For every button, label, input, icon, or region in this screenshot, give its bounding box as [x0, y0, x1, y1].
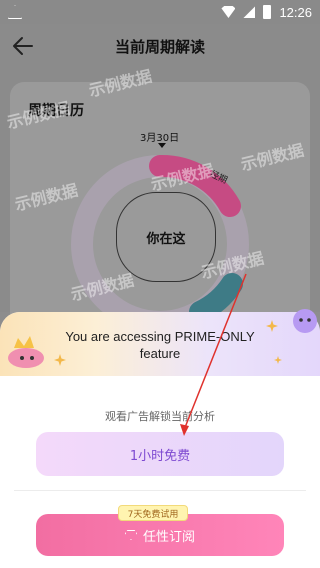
subscribe-button-label: 任性订阅	[142, 529, 195, 545]
signal-icon	[243, 6, 256, 18]
prime-sheet: You are accessing PRIME-ONLY feature 观看广…	[0, 309, 320, 568]
battery-icon	[263, 5, 272, 19]
date-label: 3月30日	[140, 133, 180, 144]
trial-badge: 7天免费试用	[118, 505, 188, 521]
status-bar: 12:26	[0, 0, 320, 24]
header: 当前周期解读	[0, 24, 320, 68]
watch-ad-free-button[interactable]: 1小时免费	[36, 432, 284, 476]
unlock-hint: 观看广告解锁当前分析	[105, 410, 215, 423]
diamond-icon	[124, 530, 137, 540]
free-button-label: 1小时免费	[129, 448, 191, 464]
wifi-icon	[221, 6, 236, 18]
divider	[14, 490, 306, 491]
back-arrow-icon	[13, 37, 33, 55]
ovulation-arc	[189, 273, 243, 323]
back-button[interactable]	[10, 34, 36, 58]
status-time: 12:26	[279, 4, 312, 20]
status-right: 12:26	[221, 5, 312, 20]
page-title: 当前周期解读	[114, 37, 205, 56]
cycle-page: 当前周期解读 周期日历 3月30日 经期 你在这 示例数据 示例数据 示例数据 …	[0, 24, 320, 333]
you-are-here-label: 你在这	[146, 232, 186, 247]
crown-mascot-icon	[8, 336, 44, 368]
purple-mascot-icon	[293, 309, 317, 333]
prime-promo-text: You are accessing PRIME-ONLY feature	[65, 329, 255, 361]
warning-icon	[8, 5, 22, 19]
